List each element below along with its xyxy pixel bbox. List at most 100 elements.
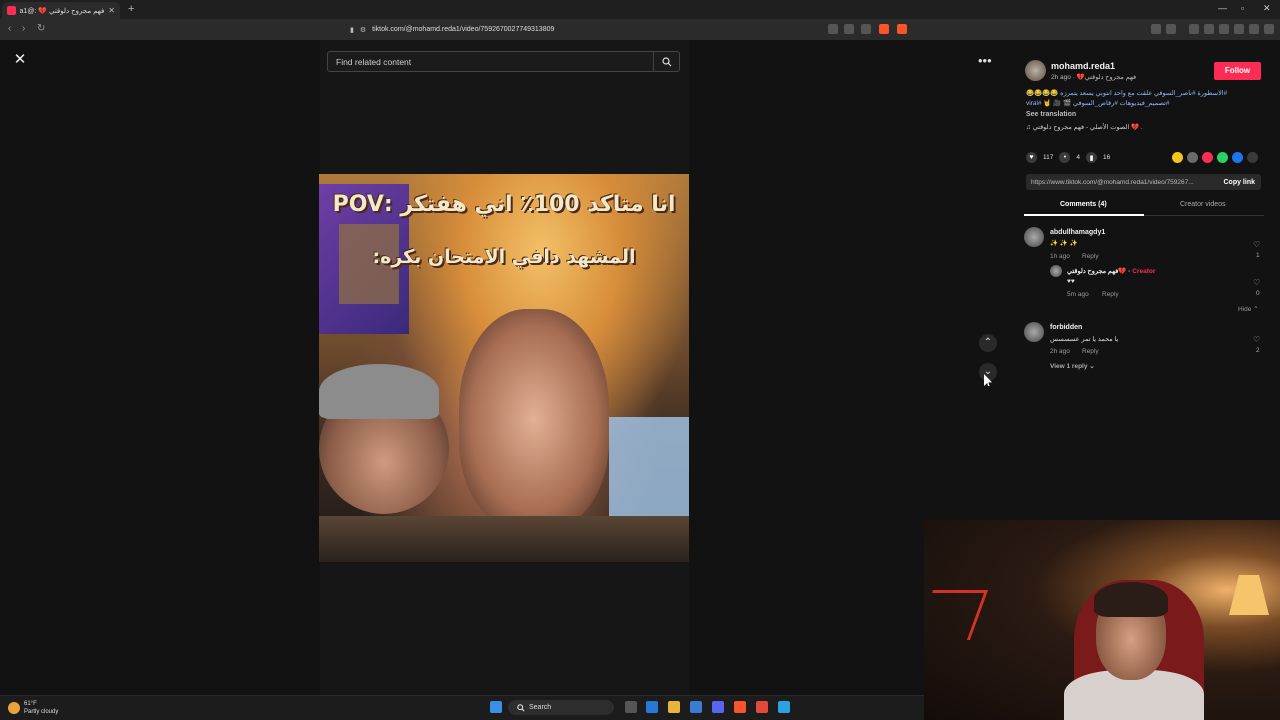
tab-creator-videos[interactable]: Creator videos (1180, 201, 1226, 208)
sidebar-icon[interactable] (1204, 24, 1214, 34)
extension-icon[interactable] (1166, 24, 1176, 34)
task-view-icon[interactable] (625, 701, 637, 713)
comment-avatar[interactable] (1024, 227, 1044, 247)
tab-title: فهم مجروح دلوقتي 💔 :@1a1 (20, 7, 105, 15)
comment-count: 4 (1076, 154, 1080, 161)
reply-like-icon[interactable]: ♡ (1253, 278, 1260, 287)
video-player[interactable]: انا متاكد 100٪ اني هفتكر :POV المشهد داف… (319, 174, 689, 562)
like-count: 117 (1043, 154, 1054, 161)
share-page-icon[interactable] (861, 24, 871, 34)
browser-tab-bar: فهم مجروح دلوقتي 💔 :@1a1 ✕ + — ▫ ✕ (0, 0, 1280, 19)
address-bar[interactable]: ▮ ⚙ tiktok.com/@mohamd.reda1/video/75926… (350, 21, 910, 38)
save-count: 16 (1103, 154, 1111, 161)
video-caption-line-2: المشهد دافي الامتحان بكره: (372, 246, 636, 268)
store-icon[interactable] (690, 701, 702, 713)
vpn-icon[interactable] (1249, 24, 1259, 34)
extension-icon[interactable] (1151, 24, 1161, 34)
author-subtitle: فهم مجروح دلوقتي💔 · 2h ago (1051, 74, 1137, 81)
video-scene (319, 364, 439, 419)
discord-icon[interactable] (712, 701, 724, 713)
tab-comments[interactable]: Comments (4) (1060, 201, 1107, 208)
weather-icon (8, 702, 20, 714)
comment-time: 2h ago (1050, 348, 1070, 355)
reply-text: ♥♥ (1067, 278, 1075, 285)
webcam-scene (924, 590, 989, 640)
edge-icon[interactable] (646, 701, 658, 713)
related-search-box[interactable]: Find related content (327, 51, 680, 72)
like-icon[interactable]: ♥ (1026, 152, 1037, 163)
share-option-icon[interactable] (1187, 152, 1198, 163)
previous-video-button[interactable]: ⌃ (979, 334, 997, 352)
reply-reply-link[interactable]: Reply (1102, 291, 1119, 298)
webcam-overlay (924, 520, 1280, 720)
tiktok-favicon-icon (7, 6, 16, 15)
comment-reply-link[interactable]: Reply (1082, 253, 1099, 260)
search-input[interactable]: Find related content (336, 57, 653, 67)
music-credit[interactable]: ♫ الصوت الأصلي - فهم مجروح دلوقتي 💔 . (1026, 123, 1143, 131)
comment-avatar[interactable] (1024, 322, 1044, 342)
share-option-icon[interactable] (1172, 152, 1183, 163)
app-icon[interactable] (756, 701, 768, 713)
video-description: #الاسطورة #ناصر_السوفي علقت مع واحد انتو… (1026, 90, 1228, 107)
author-name[interactable]: mohamd.reda1 (1051, 61, 1115, 71)
new-tab-icon[interactable]: + (128, 3, 134, 15)
site-info-icon[interactable]: ⚙ (360, 26, 366, 34)
extension-icon[interactable] (828, 24, 838, 34)
view-replies-link[interactable]: View 1 reply ⌄ (1050, 362, 1095, 370)
close-video-button[interactable]: ✕ (11, 51, 29, 69)
start-icon[interactable] (490, 701, 502, 713)
share-link-box: https://www.tiktok.com/@mohamd.reda1/vid… (1026, 174, 1261, 190)
brave-shield-icon[interactable] (879, 24, 889, 34)
search-icon (517, 703, 525, 712)
comment-like-icon[interactable]: ♡ (1253, 335, 1260, 344)
close-window-icon[interactable]: ✕ (1263, 3, 1271, 14)
forward-icon[interactable]: › (22, 23, 25, 34)
reload-icon[interactable]: ↻ (37, 23, 45, 34)
taskbar-search-label: Search (529, 704, 552, 711)
brave-icon[interactable] (734, 701, 746, 713)
share-option-icon[interactable] (1232, 152, 1243, 163)
reply-avatar[interactable] (1050, 265, 1062, 277)
maximize-icon[interactable]: ▫ (1241, 3, 1244, 13)
comment-time: 1h ago (1050, 253, 1070, 260)
extension-icon[interactable] (1189, 24, 1199, 34)
creator-badge: Creator (1132, 268, 1156, 275)
video-actions: ♥ 117 • 4 ▮ 16 (1026, 152, 1110, 163)
share-link-url[interactable]: https://www.tiktok.com/@mohamd.reda1/vid… (1031, 179, 1217, 186)
comment-like-icon[interactable]: ♡ (1253, 240, 1260, 249)
bookmark-icon[interactable]: ▮ (1086, 152, 1097, 163)
browser-toolbar: ‹ › ↻ ▮ ⚙ tiktok.com/@mohamd.reda1/video… (0, 19, 1280, 40)
copy-link-button[interactable]: Copy link (1217, 179, 1261, 186)
comment-icon[interactable]: • (1059, 152, 1071, 163)
leo-icon[interactable] (1234, 24, 1244, 34)
author-avatar[interactable] (1025, 60, 1046, 81)
app-icon[interactable] (778, 701, 790, 713)
taskbar-search[interactable]: Search (508, 700, 614, 715)
share-option-icon[interactable] (1217, 152, 1228, 163)
wallet-icon[interactable] (1219, 24, 1229, 34)
see-translation-link[interactable]: See translation (1026, 111, 1076, 118)
reply-username-text: فهم مجروح دلوقتي💔 · (1067, 268, 1131, 275)
menu-icon[interactable] (1264, 24, 1274, 34)
weather-widget[interactable]: 61°F Partly cloudy (6, 700, 58, 716)
extension-icon[interactable] (844, 24, 854, 34)
hide-replies-link[interactable]: Hide ⌃ (1238, 305, 1259, 313)
more-options-icon[interactable]: ••• (978, 53, 992, 68)
back-icon[interactable]: ‹ (8, 23, 11, 34)
close-tab-icon[interactable]: ✕ (108, 6, 115, 15)
comment-username[interactable]: forbidden (1050, 324, 1082, 331)
follow-button[interactable]: Follow (1214, 62, 1261, 80)
weather-temp: 61°F (24, 701, 37, 707)
comment-username[interactable]: abdullhamagdy1 (1050, 229, 1105, 236)
browser-tab[interactable]: فهم مجروح دلوقتي 💔 :@1a1 ✕ (2, 2, 120, 19)
minimize-icon[interactable]: — (1218, 3, 1227, 13)
share-option-icon[interactable] (1247, 152, 1258, 163)
file-explorer-icon[interactable] (668, 701, 680, 713)
bookmark-icon[interactable]: ▮ (350, 26, 354, 34)
brave-rewards-icon[interactable] (897, 24, 907, 34)
video-caption-line-1: انا متاكد 100٪ اني هفتكر :POV (332, 192, 676, 217)
search-icon[interactable] (653, 52, 679, 71)
comment-reply-link[interactable]: Reply (1082, 348, 1099, 355)
reply-username[interactable]: فهم مجروح دلوقتي💔 · Creator (1067, 267, 1155, 275)
share-option-icon[interactable] (1202, 152, 1213, 163)
